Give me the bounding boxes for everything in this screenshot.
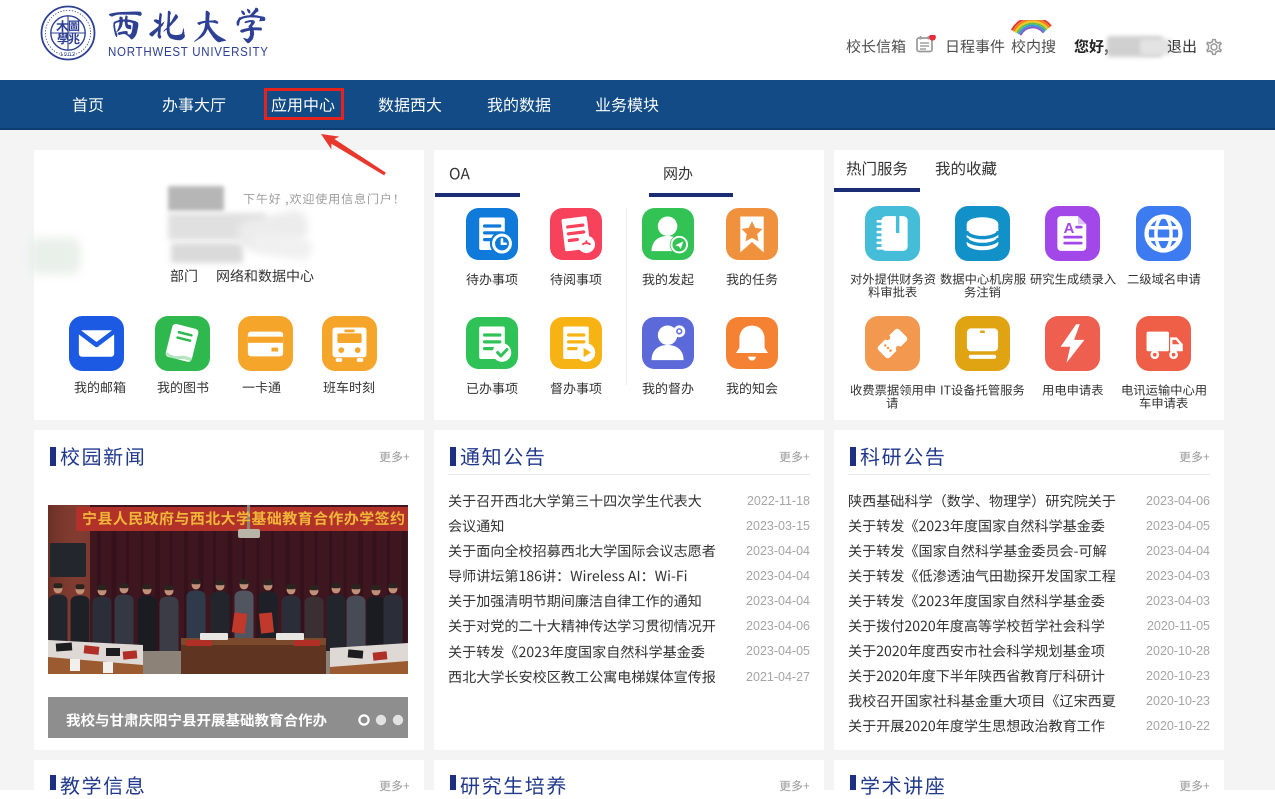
svg-text:A: A [1064,221,1075,237]
